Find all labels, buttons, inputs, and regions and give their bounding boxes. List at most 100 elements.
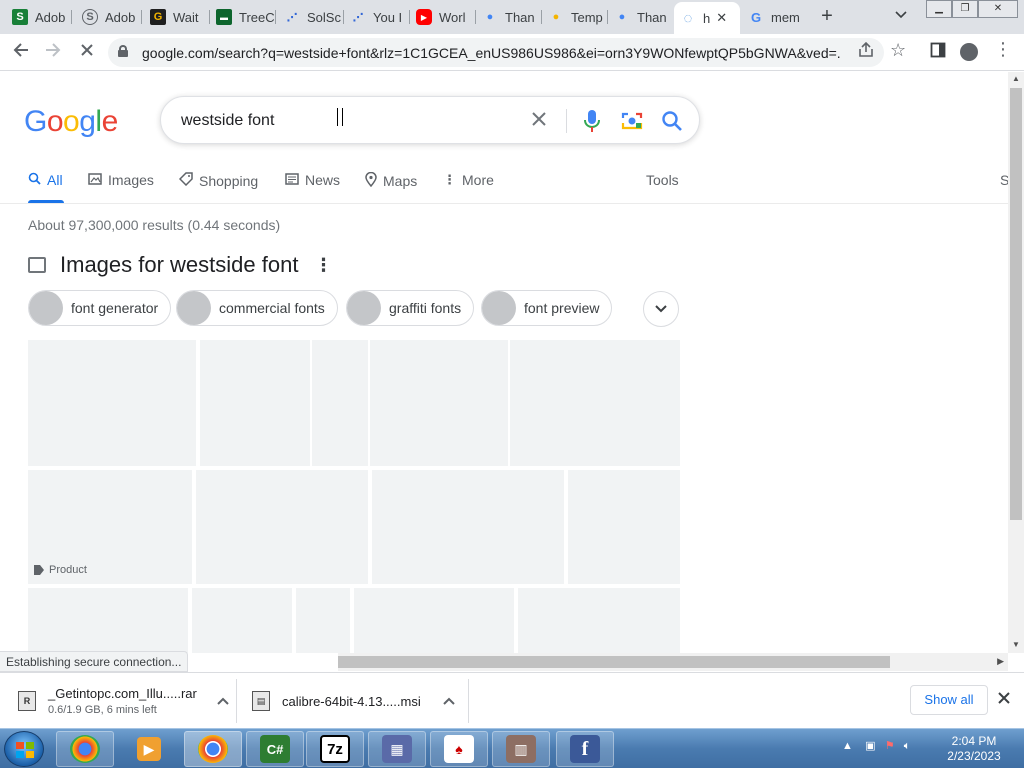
scroll-down-arrow-icon[interactable]: ▼ [1012,640,1020,649]
tab-more[interactable]: ⋮ More [443,172,494,188]
browser-tab[interactable]: ● Than [476,4,542,30]
stop-button[interactable] [76,42,98,64]
taskbar-app[interactable]: ▶ [120,731,178,767]
chevron-up-icon[interactable] [443,694,455,708]
google-logo[interactable]: Google [24,105,118,139]
back-button[interactable] [10,42,32,64]
taskbar-app[interactable]: ♠ [430,731,488,767]
download-item[interactable]: ▤ calibre-64bit-4.13.....msi [252,673,455,729]
taskbar-app[interactable]: ▦ [368,731,426,767]
taskbar-app[interactable]: f [556,731,614,767]
bookmark-button[interactable]: ☆ [890,40,906,61]
chevron-up-icon[interactable] [217,694,229,708]
close-window-button[interactable]: ✕ [978,0,1018,18]
taskbar-app[interactable]: 7z [306,731,364,767]
image-placeholder[interactable] [518,588,680,653]
browser-tab[interactable]: ▬ TreeC [210,4,276,30]
taskbar-app-active[interactable] [184,731,242,767]
close-shelf-button[interactable] [998,688,1010,709]
browser-tab[interactable]: S Adob [6,4,72,30]
tools-button[interactable]: Tools [646,172,679,188]
browser-tab-active[interactable]: ◌ h ✕ [674,2,740,34]
image-placeholder[interactable] [200,340,310,466]
chrome-icon [198,735,228,763]
close-tab-icon[interactable]: ✕ [716,10,727,26]
browser-tab[interactable]: Gmem [742,4,808,30]
browser-tab[interactable]: ▶ Worl [410,4,476,30]
browser-tab[interactable]: G Wait [144,4,210,30]
scroll-up-arrow-icon[interactable]: ▲ [1012,74,1020,83]
settings-link-partial[interactable]: S [1000,172,1008,188]
url-text[interactable]: google.com/search?q=westside+font&rlz=1C… [142,45,842,61]
status-bubble: Establishing secure connection... [0,651,189,672]
forward-button[interactable] [42,42,64,64]
tab-maps[interactable]: Maps [365,171,417,190]
image-placeholder[interactable] [28,588,188,653]
side-panel-button[interactable] [930,42,946,63]
refinement-chip[interactable]: font generator [28,290,172,326]
image-placeholder[interactable] [370,340,508,466]
tab-news[interactable]: News [285,172,340,188]
volume-icon[interactable]: 🔈︎ [904,740,911,752]
image-placeholder[interactable] [312,340,368,466]
browser-tab[interactable]: ● Than [608,4,674,30]
tab-search-button[interactable] [895,8,907,22]
system-clock[interactable]: 2:04 PM 2/23/2023 [938,734,1010,764]
browser-tab[interactable]: S Adob [76,4,142,30]
share-button[interactable] [858,41,874,63]
tree-icon: ▬ [216,9,232,25]
scrollbar-thumb[interactable] [1010,88,1022,520]
browser-tab[interactable]: ● Temp [542,4,608,30]
image-placeholder[interactable] [196,470,368,584]
minimize-button[interactable]: ▁ [926,0,952,18]
vertical-scrollbar[interactable]: ▲ ▼ [1008,72,1024,653]
refinement-chip[interactable]: graffiti fonts [346,290,475,326]
taskbar-app[interactable] [56,731,114,767]
new-tab-button[interactable]: + [816,6,838,28]
image-search-button[interactable] [621,111,643,131]
restore-button[interactable]: ❐ [952,0,978,18]
search-submit-button[interactable] [661,110,683,132]
installer-icon: ▦ [382,735,412,763]
tab-shopping[interactable]: Shopping [178,172,258,189]
globe-icon: ● [618,11,626,23]
network-icon[interactable]: ▣ [865,740,875,752]
logo-letter: o [46,105,64,138]
kebab-menu-icon[interactable]: ⋮ [314,255,332,276]
menu-button[interactable]: ⋮ [994,39,1012,60]
download-item[interactable]: R _Getintopc.com_Illu.....rar 0.6/1.9 GB… [18,673,229,729]
show-hidden-icons-icon[interactable]: ▲ [842,740,853,752]
image-placeholder[interactable] [510,340,680,466]
tab-all[interactable]: All [28,172,63,188]
browser-tab[interactable]: ⋰ SolSc [278,4,344,30]
clear-search-button[interactable] [531,107,547,133]
image-placeholder[interactable] [296,588,350,653]
image-placeholder[interactable] [192,588,292,653]
horizontal-scrollbar[interactable]: ▶ [338,653,1008,671]
image-placeholder[interactable] [372,470,564,584]
action-center-icon[interactable]: ⚑ [885,740,895,752]
start-button[interactable] [4,731,44,767]
taskbar-app[interactable]: ▥ [492,731,550,767]
address-bar[interactable]: google.com/search?q=westside+font&rlz=1C… [108,38,884,67]
taskbar-app[interactable]: C# [246,731,304,767]
search-input[interactable]: westside font [181,112,274,130]
refinement-chip[interactable]: font preview [481,290,613,326]
profile-avatar[interactable] [960,43,978,61]
search-box[interactable]: westside font [160,96,700,144]
image-placeholder[interactable] [354,588,514,653]
browser-tab[interactable]: ⋰ You I [344,4,410,30]
show-all-downloads-button[interactable]: Show all [910,685,988,715]
scrollbar-thumb[interactable] [338,656,890,668]
voice-search-button[interactable] [583,109,601,133]
solutions-icon: ⋰ [352,11,364,24]
image-placeholder[interactable] [568,470,680,584]
image-placeholder[interactable] [28,340,196,466]
tab-images[interactable]: Images [88,172,154,188]
loading-icon: ◌ [683,9,693,27]
refinement-chip[interactable]: commercial fonts [176,290,338,326]
active-tab-indicator [28,200,64,203]
kebab-menu-icon: ⋮ [994,39,1012,59]
scroll-right-arrow-icon[interactable]: ▶ [997,656,1004,667]
more-chips-button[interactable] [643,291,679,327]
